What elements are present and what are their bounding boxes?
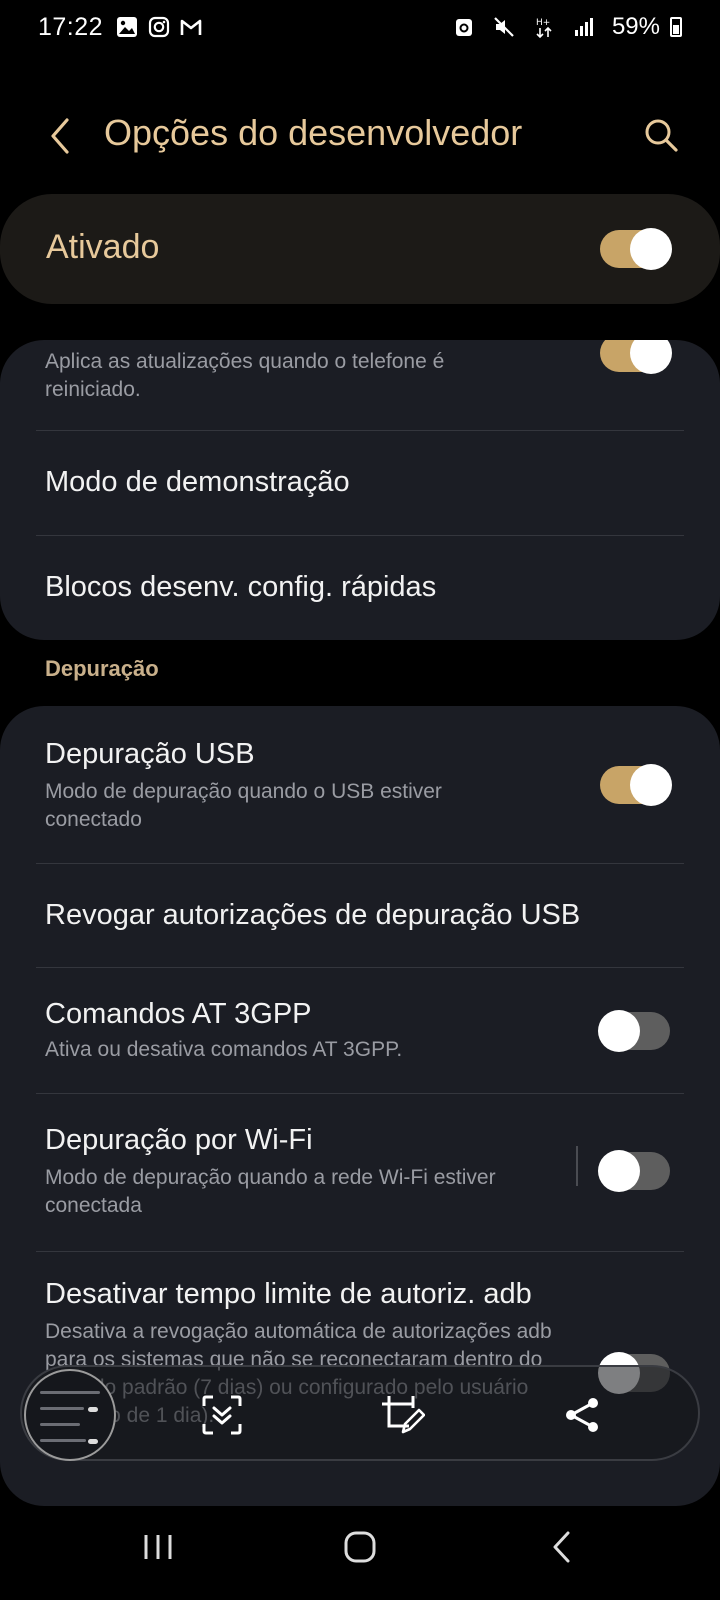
list-item-3gpp-at-commands[interactable]: Comandos AT 3GPP Ativa ou desativa coman… [45, 996, 675, 1064]
divider [36, 1093, 684, 1094]
search-icon[interactable] [638, 112, 684, 158]
battery-percent: 59% [611, 13, 660, 40]
list-item-wifi-debugging[interactable]: Depuração por Wi-Fi Modo de depuração qu… [45, 1122, 675, 1220]
list-item-auto-update[interactable]: Aplica as atualizações quando o telefone… [45, 348, 675, 404]
developer-options-master-switch[interactable]: Ativado [0, 194, 720, 304]
app-header: Opções do desenvolvedor [0, 100, 720, 172]
mute-icon [492, 15, 516, 39]
svg-text:H+: H+ [536, 18, 550, 28]
item-title: Revogar autorizações de depuração USB [45, 899, 581, 931]
master-switch-label: Ativado [46, 228, 160, 266]
settings-card-1: Aplica as atualizações quando o telefone… [0, 340, 720, 640]
instagram-icon [147, 15, 171, 39]
master-toggle[interactable] [600, 228, 672, 270]
signal-icon [572, 15, 596, 39]
nfc-icon [452, 15, 476, 39]
page-title: Opções do desenvolvedor [104, 112, 523, 153]
item-subtitle: Ativa ou desativa comandos AT 3GPP. [45, 1038, 403, 1061]
data-hplus-icon: H+ [532, 15, 556, 39]
divider [36, 535, 684, 536]
screenshot-thumbnail[interactable] [24, 1369, 116, 1461]
item-title: Modo de demonstração [45, 466, 350, 498]
back-icon[interactable] [532, 1522, 592, 1572]
item-subtitle: Aplica as atualizações quando o telefone… [45, 350, 445, 401]
vertical-separator [576, 1146, 578, 1186]
status-right-group: H+ 59% [452, 13, 682, 41]
gmail-icon [179, 15, 203, 39]
usb-debugging-toggle[interactable] [600, 764, 672, 806]
divider [36, 430, 684, 431]
battery-icon [670, 17, 682, 37]
3gpp-toggle[interactable] [598, 1010, 670, 1052]
status-time: 17:22 [38, 12, 104, 41]
item-title: Depuração por Wi-Fi [45, 1124, 313, 1156]
share-icon[interactable] [556, 1389, 608, 1441]
status-bar: 17:22 H+ 59% [0, 0, 720, 54]
screenshot-toolbar [20, 1365, 700, 1461]
back-arrow-icon[interactable] [40, 114, 80, 158]
section-header-debugging: Depuração [45, 656, 159, 681]
scroll-capture-icon[interactable] [196, 1389, 248, 1441]
list-item-usb-debugging[interactable]: Depuração USB Modo de depuração quando o… [45, 736, 675, 834]
divider [36, 967, 684, 968]
divider [36, 863, 684, 864]
navigation-bar [0, 1492, 720, 1600]
item-title: Depuração USB [45, 738, 255, 770]
recents-icon[interactable] [128, 1522, 188, 1572]
list-item-revoke-usb-auth[interactable]: Revogar autorizações de depuração USB [45, 897, 675, 933]
crop-edit-icon[interactable] [376, 1389, 428, 1441]
gallery-icon [115, 15, 139, 39]
item-subtitle: Modo de depuração quando o USB estiver c… [45, 780, 442, 831]
auto-update-toggle[interactable] [600, 340, 672, 374]
divider [36, 1251, 684, 1252]
list-item-demo-mode[interactable]: Modo de demonstração [45, 464, 675, 500]
item-title: Blocos desenv. config. rápidas [45, 571, 437, 603]
wifi-debugging-toggle[interactable] [598, 1150, 670, 1192]
item-subtitle: Modo de depuração quando a rede Wi-Fi es… [45, 1166, 496, 1217]
list-item-quick-settings-tiles[interactable]: Blocos desenv. config. rápidas [45, 569, 675, 605]
home-icon[interactable] [330, 1522, 390, 1572]
item-title: Comandos AT 3GPP [45, 998, 312, 1030]
item-title: Desativar tempo limite de autoriz. adb [45, 1278, 532, 1310]
